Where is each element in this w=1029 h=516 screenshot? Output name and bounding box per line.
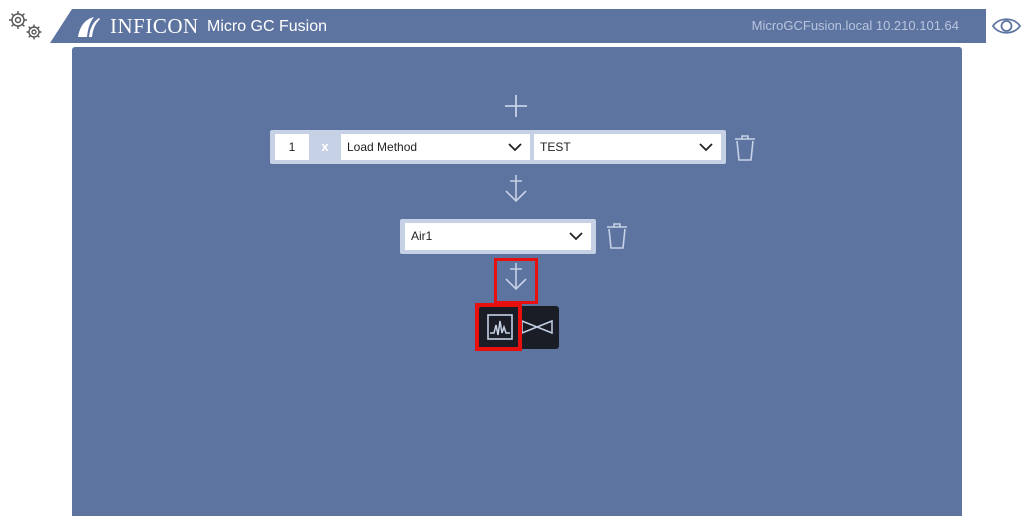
stream-step-row: Air1 bbox=[400, 219, 596, 254]
highlight-insert-arrow bbox=[494, 258, 538, 304]
host-address: MicroGCFusion.local 10.210.101.64 bbox=[751, 18, 959, 33]
app-root: INFICON Micro GC Fusion MicroGCFusion.lo… bbox=[0, 0, 1029, 516]
step-number-field[interactable]: 1 bbox=[275, 134, 309, 160]
action-select-value: Load Method bbox=[347, 140, 418, 154]
remove-step-button[interactable]: x bbox=[312, 134, 338, 160]
method-step-row: 1 x Load Method TEST bbox=[270, 130, 726, 164]
highlight-chromatogram-button bbox=[475, 303, 522, 351]
add-step-plus-icon[interactable] bbox=[504, 94, 528, 118]
delete-stream-trash-icon[interactable] bbox=[606, 222, 628, 250]
method-select-value: TEST bbox=[540, 140, 571, 154]
action-select[interactable]: Load Method bbox=[341, 134, 530, 160]
chevron-down-icon bbox=[508, 143, 522, 152]
insert-arrow-icon bbox=[503, 175, 529, 207]
chevron-down-icon bbox=[569, 232, 583, 241]
eye-icon[interactable] bbox=[984, 9, 1029, 43]
inficon-logo-icon bbox=[72, 13, 108, 41]
product-name: Micro GC Fusion bbox=[207, 18, 328, 35]
stream-select[interactable]: Air1 bbox=[405, 223, 591, 250]
method-select[interactable]: TEST bbox=[534, 134, 721, 160]
brand-name: INFICON bbox=[110, 14, 199, 38]
chevron-down-icon bbox=[699, 143, 713, 152]
delete-step-trash-icon[interactable] bbox=[734, 134, 756, 162]
valve-icon[interactable] bbox=[519, 306, 559, 349]
stream-select-value: Air1 bbox=[411, 229, 433, 243]
settings-gears-icon[interactable] bbox=[6, 8, 46, 44]
